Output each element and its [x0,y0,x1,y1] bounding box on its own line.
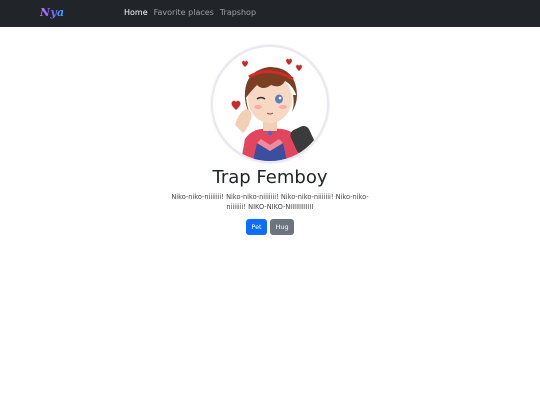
hug-button[interactable]: Hug [270,219,294,235]
anime-character-avatar-icon [231,58,316,161]
top-navbar: Nya Home Favorite places Trapshop [0,0,540,27]
brand-logo[interactable]: Nya [40,6,64,19]
nav-link-favorite-places[interactable]: Favorite places [154,8,214,17]
profile-description: Niko-niko-niiiiiii! Niko-niko-niiiiiii! … [171,193,369,211]
action-buttons: Pet Hug [246,219,294,235]
pet-button[interactable]: Pet [246,219,267,235]
nav-link-trapshop[interactable]: Trapshop [220,8,256,17]
profile-name: Trap Femboy [212,167,328,188]
nav-link-home[interactable]: Home [124,8,148,17]
profile-avatar [211,45,329,163]
nav-links: Home Favorite places Trapshop [124,8,256,17]
